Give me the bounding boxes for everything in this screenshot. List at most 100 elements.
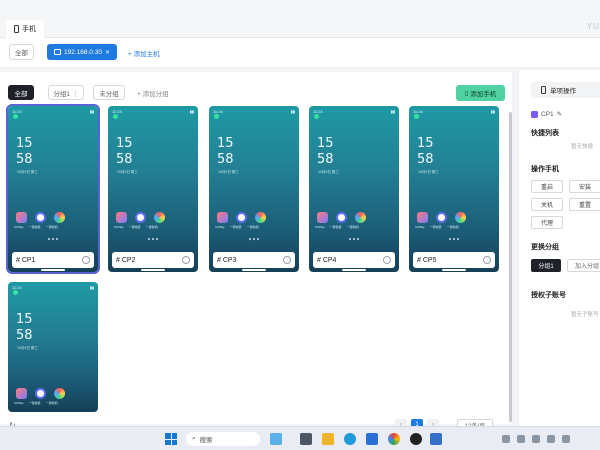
phone-home-bar <box>442 269 466 271</box>
phone-card-label[interactable]: # CP5 <box>413 252 495 268</box>
device-badge-icon <box>531 110 538 118</box>
phone-card[interactable]: 11:24 ▮▮ 15 58 10月9日 周三 ChPlay 一键恢复 一键新机 <box>409 106 499 272</box>
start-icon[interactable] <box>165 433 177 445</box>
add-group-link[interactable]: + 添加分组 <box>137 88 169 98</box>
restore-app-icon <box>236 212 247 223</box>
phone-home-bar <box>41 269 65 271</box>
phone-clock: 15 58 <box>16 312 33 344</box>
taskbar-search-label: 搜索 <box>199 437 213 444</box>
join-group-button[interactable]: 加入分组 <box>567 259 600 272</box>
phone-app-labels: ChPlay 一键恢复 一键新机 <box>14 225 58 229</box>
app-label: ChPlay <box>215 225 225 229</box>
filter-all-button[interactable]: 全部 <box>8 85 34 100</box>
task-view-icon[interactable] <box>300 433 312 445</box>
filter-group1-button[interactable]: 分组1 ⋮ <box>48 85 84 100</box>
tray-battery-icon[interactable] <box>562 435 570 443</box>
settings-icon[interactable] <box>383 256 391 264</box>
filter-ungrouped-button[interactable]: 未分组 <box>93 85 125 100</box>
phone-card-label[interactable]: # CP2 <box>112 252 194 268</box>
group-current-button[interactable]: 分组1 <box>531 259 561 272</box>
scrollbar[interactable] <box>509 112 512 422</box>
brand-text: YU <box>586 22 600 31</box>
app-tab-bar: 手机 YU <box>0 0 600 38</box>
new-device-app-icon <box>154 212 165 223</box>
app-label: 一键恢复 <box>229 225 242 229</box>
phone-card-label[interactable]: # CP1 <box>12 252 94 268</box>
phone-card[interactable]: 11:24 ▮▮ 15 58 10月9日 周三 ChPlay 一键恢复 一键新机 <box>108 106 198 272</box>
phone-clock-hour: 15 <box>317 136 334 151</box>
phone-card[interactable]: 11:24 ▮▮ 15 58 10月9日 周三 ChPlay 一键恢复 一键新机 <box>209 106 299 272</box>
online-indicator-icon <box>113 114 118 119</box>
settings-icon[interactable] <box>182 256 190 264</box>
change-group-title: 更换分组 <box>531 244 559 251</box>
phone-status-icons: ▮▮ <box>89 109 94 114</box>
phone-clock-minute: 58 <box>417 152 434 167</box>
tray-wifi-icon[interactable] <box>532 435 540 443</box>
phone-app-labels: ChPlay 一键恢复 一键新机 <box>114 225 158 229</box>
add-host-link[interactable]: + 添加主机 <box>128 48 160 58</box>
all-hosts-button[interactable]: 全部 <box>9 44 34 60</box>
tray-volume-icon[interactable] <box>547 435 555 443</box>
phone-card-name: # CP5 <box>417 256 437 264</box>
add-phone-button[interactable]: ▯ 添加手机 <box>456 85 505 101</box>
host-chip[interactable]: 192.168.0.30 ✕ <box>47 44 117 60</box>
phone-home-bar <box>141 269 165 271</box>
phone-status-icons: ▮▮ <box>89 285 94 290</box>
install-button[interactable]: 安装 <box>569 180 600 193</box>
phone-statusbar: 11:24 ▮▮ <box>12 285 94 290</box>
tray-chevron-icon[interactable] <box>502 435 510 443</box>
app-icon-l[interactable] <box>366 433 378 445</box>
file-explorer-icon[interactable] <box>322 433 334 445</box>
phone-card[interactable]: 11:24 ▮▮ 15 58 10月9日 周三 ChPlay 一键恢复 一键新机 <box>309 106 399 272</box>
phone-clock: 15 58 <box>317 136 334 168</box>
widgets-icon[interactable] <box>270 433 282 445</box>
app-label: 一键新机 <box>145 225 158 229</box>
shutdown-button[interactable]: 关机 <box>531 198 563 211</box>
right-panel: 单项操作 CP1 ✎ 快捷列表 暂无快捷 操作手机 重启 安装 关机 重置 代理… <box>518 70 600 426</box>
settings-icon[interactable] <box>283 256 291 264</box>
taskbar-search[interactable]: ⌕ 搜索 <box>186 432 260 446</box>
edge-icon[interactable] <box>344 433 356 445</box>
windows-taskbar: ⌕ 搜索 <box>0 426 600 450</box>
phone-card[interactable]: 11:24 ▮▮ 15 58 10月9日 周三 ChPlay 一键恢复 一键新机 <box>6 104 100 274</box>
chrome-icon[interactable] <box>388 433 400 445</box>
server-icon <box>54 49 61 55</box>
tray-app-icon[interactable] <box>517 435 525 443</box>
phone-clock-minute: 58 <box>16 328 33 343</box>
app-label: 一键恢复 <box>329 225 342 229</box>
phone-clock: 15 58 <box>417 136 434 168</box>
phone-card-label[interactable]: # CP4 <box>313 252 395 268</box>
settings-icon[interactable] <box>82 256 90 264</box>
phone-clock-minute: 58 <box>317 152 334 167</box>
phone-card-label[interactable]: # CP3 <box>213 252 295 268</box>
app-tab-phones[interactable]: 手机 <box>6 20 44 38</box>
app-label: 一键新机 <box>45 401 58 405</box>
phone-status-icons: ▮▮ <box>290 109 295 114</box>
proxy-button[interactable]: 代理 <box>531 216 563 229</box>
phone-icon: ▯ <box>464 90 469 97</box>
phone-apps <box>417 212 466 223</box>
phone-date: 10月9日 周三 <box>117 170 138 174</box>
qq-icon[interactable] <box>410 433 422 445</box>
tab-single-operation[interactable]: 单项操作 <box>531 82 600 98</box>
edit-icon[interactable]: ✎ <box>557 110 562 118</box>
phone-icon <box>14 25 19 33</box>
app-label: 一键新机 <box>246 225 259 229</box>
reboot-button[interactable]: 重启 <box>531 180 563 193</box>
phone-clock-hour: 15 <box>16 312 33 327</box>
phone-home-bar <box>342 269 366 271</box>
app-icon-box[interactable] <box>430 433 442 445</box>
phone-card[interactable]: 11:24 ▮▮ 15 58 10月9日 周三 ChPlay 一键恢复 一键新机 <box>8 282 98 412</box>
search-icon: ⌕ <box>192 435 196 442</box>
new-device-app-icon <box>355 212 366 223</box>
phone-date: 10月9日 周三 <box>17 170 38 174</box>
app-label: ChPlay <box>315 225 325 229</box>
phone-clock: 15 58 <box>217 136 234 168</box>
restore-app-icon <box>336 212 347 223</box>
reset-button[interactable]: 重置 <box>569 198 600 211</box>
online-indicator-icon <box>13 290 18 295</box>
operate-phone-title: 操作手机 <box>531 166 559 173</box>
settings-icon[interactable] <box>483 256 491 264</box>
new-device-app-icon <box>455 212 466 223</box>
close-icon[interactable]: ✕ <box>105 49 110 56</box>
